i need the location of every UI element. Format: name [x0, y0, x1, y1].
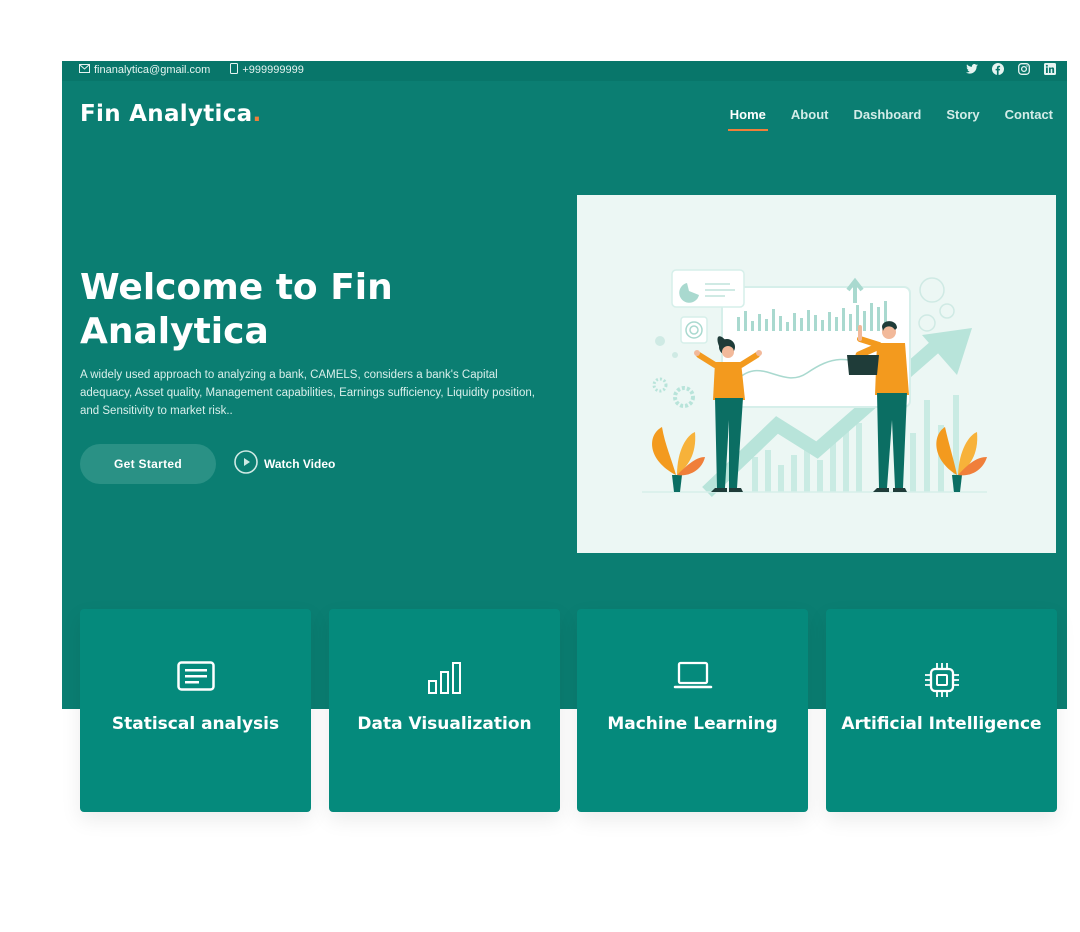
- email-text: finanalytica@gmail.com: [94, 64, 211, 76]
- hero-description: A widely used approach to analyzing a ba…: [80, 369, 535, 417]
- watch-video-label: Watch Video: [264, 456, 336, 471]
- get-started-button[interactable]: Get Started: [80, 444, 216, 484]
- feature-title: Data Visualization: [357, 714, 532, 734]
- document-lines-icon: [80, 661, 311, 697]
- feature-card-statistical-analysis[interactable]: Statiscal analysis: [80, 609, 311, 812]
- site-logo[interactable]: Fin Analytica.: [80, 101, 262, 127]
- phone-text: +999999999: [242, 64, 304, 76]
- feature-title: Artificial Intelligence: [841, 714, 1042, 734]
- feature-card-artificial-intelligence[interactable]: Artificial Intelligence: [826, 609, 1057, 812]
- nav-story[interactable]: Story: [946, 107, 979, 122]
- play-circle-icon: [234, 450, 264, 477]
- laptop-icon: [577, 661, 808, 697]
- phone-contact[interactable]: +999999999: [230, 63, 304, 77]
- contact-info: finanalytica@gmail.com +999999999: [79, 63, 324, 77]
- instagram-icon[interactable]: [1017, 62, 1031, 76]
- nav-about[interactable]: About: [791, 107, 829, 122]
- feature-card-machine-learning[interactable]: Machine Learning: [577, 609, 808, 812]
- cpu-chip-icon: [826, 661, 1057, 697]
- phone-icon: [230, 63, 242, 77]
- linkedin-icon[interactable]: [1043, 62, 1057, 76]
- feature-title: Statiscal analysis: [111, 714, 280, 734]
- social-links: [953, 62, 1057, 76]
- nav-dashboard[interactable]: Dashboard: [853, 107, 921, 122]
- feature-title: Machine Learning: [607, 714, 778, 734]
- bar-chart-icon: [329, 661, 560, 697]
- twitter-icon[interactable]: [965, 62, 979, 76]
- nav-contact[interactable]: Contact: [1005, 107, 1053, 122]
- main-nav: Home About Dashboard Story Contact: [705, 107, 1053, 131]
- email-contact[interactable]: finanalytica@gmail.com: [79, 64, 210, 76]
- hero-illustration: [577, 195, 1056, 553]
- analytics-illustration: [642, 269, 987, 498]
- logo-text: Fin Analytica: [80, 101, 253, 127]
- facebook-icon[interactable]: [991, 62, 1005, 76]
- feature-card-data-visualization[interactable]: Data Visualization: [329, 609, 560, 812]
- envelope-icon: [79, 64, 94, 76]
- hero-title: Welcome to Fin Analytica: [80, 267, 393, 352]
- top-bar: finanalytica@gmail.com +999999999: [62, 61, 1067, 81]
- logo-dot: .: [252, 101, 262, 127]
- watch-video-button[interactable]: Watch Video: [234, 450, 335, 477]
- nav-home[interactable]: Home: [727, 107, 769, 131]
